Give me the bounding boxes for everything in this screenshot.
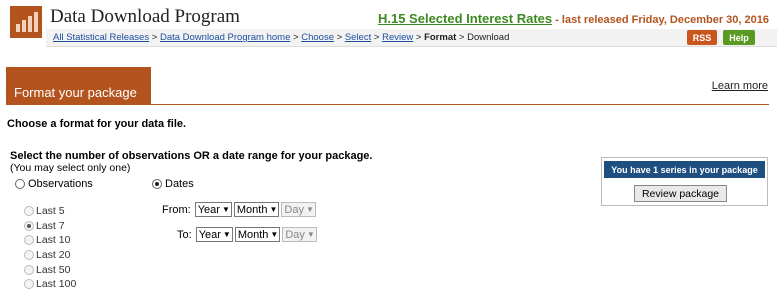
package-summary-text: You have 1 series in your package	[604, 161, 765, 178]
last-7-option[interactable]: Last 7	[24, 219, 76, 234]
breadcrumb-download: Download	[467, 32, 510, 43]
section-title: Format your package	[6, 67, 151, 105]
to-year-select[interactable]: Year ▼	[195, 227, 233, 242]
breadcrumb-bar: All Statistical Releases > Data Download…	[46, 29, 777, 47]
option-label: Last 5	[36, 205, 65, 218]
select-value: Day	[285, 228, 305, 241]
breadcrumb-choose[interactable]: Choose	[301, 32, 334, 43]
select-value: Year	[197, 203, 220, 216]
chevron-down-icon: ▼	[222, 230, 231, 239]
dates-label: Dates	[165, 178, 194, 190]
section-divider	[151, 104, 769, 105]
option-label: Last 7	[36, 219, 65, 232]
chevron-down-icon: ▼	[269, 205, 278, 214]
select-value: Year	[198, 228, 221, 241]
dates-option[interactable]: Dates	[152, 178, 194, 190]
last-5-option[interactable]: Last 5	[24, 204, 76, 219]
option-label: Last 10	[36, 234, 71, 247]
breadcrumb-separator: >	[336, 32, 343, 43]
last-10-option[interactable]: Last 10	[24, 233, 76, 248]
breadcrumb-separator: >	[151, 32, 158, 43]
from-year-select[interactable]: Year ▼	[194, 202, 232, 217]
observations-option[interactable]: Observations	[15, 178, 93, 190]
from-label: From:	[162, 203, 191, 216]
breadcrumb-separator: >	[293, 32, 299, 43]
last-5-radio[interactable]	[24, 206, 34, 217]
chevron-down-icon: ▼	[306, 230, 315, 239]
to-month-select[interactable]: Month ▼	[234, 227, 281, 242]
last-20-radio[interactable]	[24, 250, 34, 261]
last-50-option[interactable]: Last 50	[24, 262, 76, 277]
last-100-option[interactable]: Last 100	[24, 277, 76, 292]
breadcrumb-separator: >	[458, 32, 465, 43]
select-value: Month	[236, 203, 268, 216]
from-month-select[interactable]: Month ▼	[233, 202, 280, 217]
observations-label: Observations	[28, 178, 93, 190]
last-observations-list: Last 5 Last 7 Last 10 Last 20 Last 50 La…	[24, 204, 76, 292]
last-100-radio[interactable]	[24, 279, 34, 290]
review-package-button[interactable]: Review package	[634, 185, 727, 202]
breadcrumb-review[interactable]: Review	[382, 32, 413, 43]
option-label: Last 20	[36, 249, 71, 262]
from-day-select[interactable]: Day ▼	[281, 202, 316, 217]
to-label: To:	[177, 228, 192, 241]
format-instruction: Choose a format for your data file.	[7, 118, 187, 130]
option-label: Last 50	[36, 263, 71, 276]
to-day-select[interactable]: Day ▼	[282, 227, 317, 242]
app-title: Data Download Program	[50, 6, 240, 27]
release-link[interactable]: H.15 Selected Interest Rates	[378, 11, 552, 26]
breadcrumb-select[interactable]: Select	[345, 32, 371, 43]
select-note: (You may select only one)	[10, 162, 131, 174]
breadcrumb-separator: >	[415, 32, 422, 43]
last-10-radio[interactable]	[24, 235, 34, 246]
rss-button[interactable]: RSS	[687, 30, 717, 45]
breadcrumb-format-current: Format	[424, 32, 457, 43]
chevron-down-icon: ▼	[305, 205, 314, 214]
dates-radio[interactable]	[152, 179, 162, 190]
release-info: H.15 Selected Interest Rates - last rele…	[378, 11, 769, 26]
last-20-option[interactable]: Last 20	[24, 248, 76, 263]
package-summary-box: You have 1 series in your package Review…	[601, 157, 768, 206]
option-label: Last 100	[36, 278, 77, 291]
bar-chart-icon	[10, 6, 42, 38]
breadcrumb-separator: >	[373, 32, 380, 43]
breadcrumb-ddp-home[interactable]: Data Download Program home	[160, 32, 290, 43]
observations-radio[interactable]	[15, 179, 25, 190]
chevron-down-icon: ▼	[221, 205, 230, 214]
select-value: Day	[284, 203, 304, 216]
breadcrumb: All Statistical Releases > Data Download…	[53, 32, 509, 43]
learn-more-link[interactable]: Learn more	[712, 80, 768, 92]
to-date-row: To: Year ▼ Month ▼ Day ▼	[177, 227, 319, 242]
chevron-down-icon: ▼	[270, 230, 279, 239]
from-date-row: From: Year ▼ Month ▼ Day ▼	[162, 202, 318, 217]
release-date: - last released Friday, December 30, 201…	[555, 14, 769, 26]
select-instruction: Select the number of observations OR a d…	[10, 150, 373, 162]
breadcrumb-all-releases[interactable]: All Statistical Releases	[53, 32, 149, 43]
last-50-radio[interactable]	[24, 264, 34, 275]
select-value: Month	[237, 228, 269, 241]
help-button[interactable]: Help	[723, 30, 755, 45]
last-7-radio[interactable]	[24, 220, 34, 231]
